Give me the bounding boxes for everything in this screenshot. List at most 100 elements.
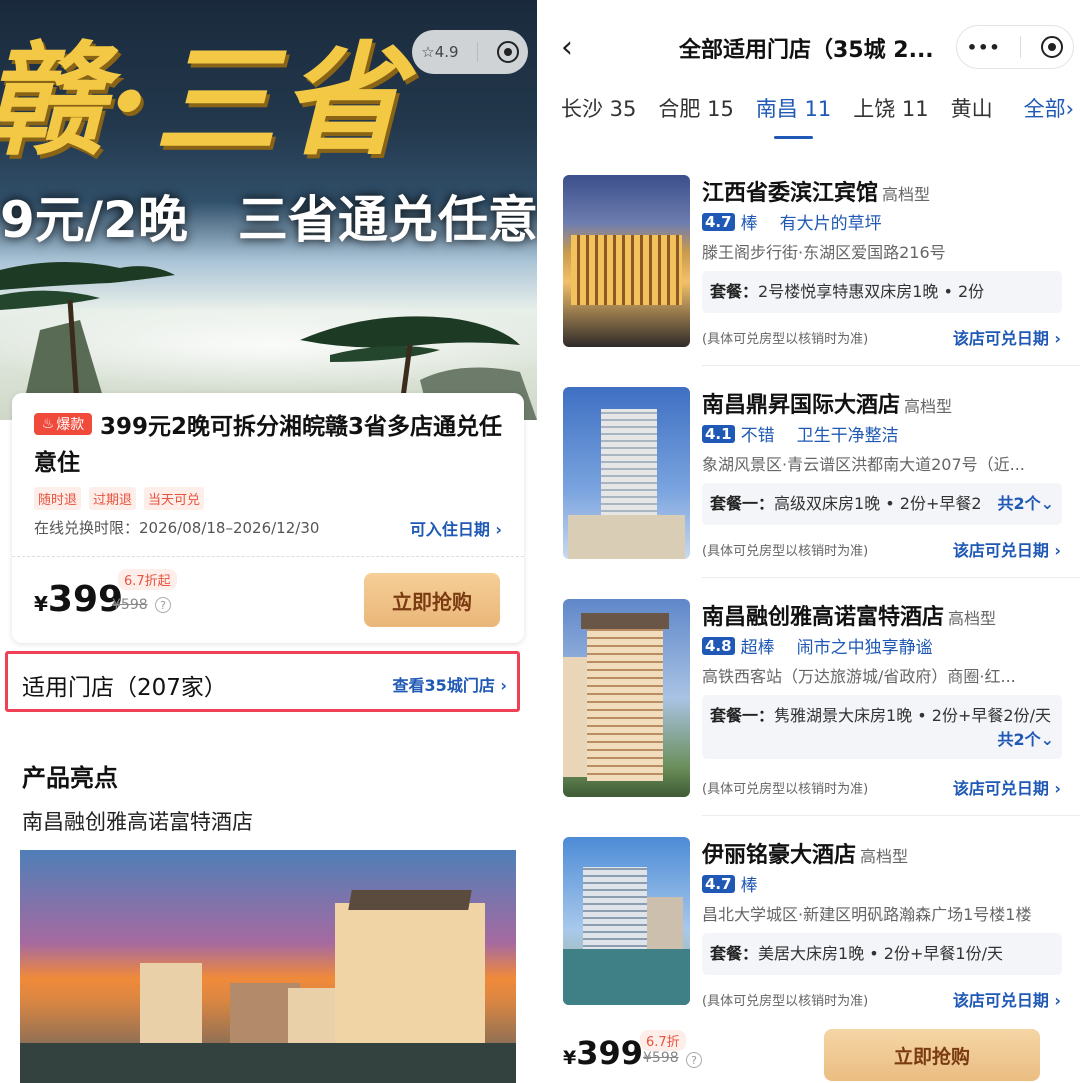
hotel-thumbnail [563,599,690,797]
review-highlight: 闹市之中独享静谧 [796,638,933,658]
fire-icon: ♨ [41,416,55,432]
package-desc: 高级双床房1晚 • 2份+早餐2 [774,494,982,513]
package-count-link[interactable]: 共2个⌄ [997,727,1054,753]
hotel-address: 高铁西客站（万达旅游城/省政府）商圈·红... [702,667,1016,686]
package-box: 共2个⌄ 套餐一：高级双床房1晚 • 2份+早餐2 [702,483,1062,525]
tab-city-shangrao[interactable]: 上饶 11 [853,93,928,123]
package-desc: 美居大床房1晚 • 2份+早餐1份/天 [758,944,1003,963]
product-detail-pane: 赣·三省 9元/2晚 三省通兑任意住 ☆4.9 399元2晚可拆分湘皖赣3省多店… [0,0,537,1083]
package-count: 共2个 [997,494,1041,513]
hotel-name: 南昌融创雅高诺富特酒店 高档型 [702,599,996,631]
roof-shape [581,613,669,629]
hotel-name-text: 伊丽铭豪大酒店 [702,843,857,868]
rating-row: 4.7 棒 有大片的草坪 [702,209,882,234]
redeem-period: 在线兑换时限：2026/08/18–2026/12/30 [34,519,320,537]
promo-banner: 赣·三省 9元/2晚 三省通兑任意住 ☆4.9 [0,0,537,420]
store-dates-link[interactable]: 该店可兑日期 › [953,325,1061,349]
chevron-right-icon: › [1048,541,1061,560]
hotel-name-text: 江西省委滨江宾馆 [702,181,879,206]
tab-city-hefei[interactable]: 合肥 15 [658,93,733,123]
score-word: 棒 [740,214,758,234]
target-icon[interactable] [496,41,519,63]
package-label: 套餐： [710,282,759,301]
price: ¥399 [34,579,123,620]
hotel-address: 昌北大学城区·新建区明矾路瀚森广场1号楼1楼 [702,905,1032,924]
store-dates-link[interactable]: 该店可兑日期 › [953,987,1061,1011]
currency-symbol: ¥ [563,1047,577,1069]
tab-city-changsha[interactable]: 长沙 35 [561,93,636,123]
hotel-thumbnail [563,837,690,1005]
banner-capsule[interactable]: ☆4.9 [412,30,528,74]
discount-badge: 6.7折 [640,1030,686,1051]
building-shape [587,621,663,781]
room-note: (具体可兑房型以核销时为准) [702,782,869,797]
hot-badge: ♨ 爆款 [34,413,92,435]
mini-program-capsule: ••• [956,25,1074,69]
store-dates-link[interactable]: 该店可兑日期 › [953,537,1061,561]
product-title: 399元2晚可拆分湘皖赣3省多店通兑任意住 [34,414,503,476]
applicable-stores-row[interactable]: 适用门店（207家） 查看35城门店 › [5,651,520,712]
view-cities-link[interactable]: 查看35城门店 › [393,672,507,696]
chevron-right-icon: › [494,676,507,695]
star-icon: ☆4.9 [421,43,459,61]
original-price: ¥598 [112,597,148,613]
capsule-divider [477,42,479,62]
help-icon[interactable]: ? [155,597,171,613]
package-box: 套餐一：隽雅湖景大床房1晚 • 2份+早餐2份/天 共2个⌄ [702,695,1062,759]
score-word: 棒 [740,876,758,896]
tab-city-nanchang[interactable]: 南昌 11 [756,93,831,139]
help-icon[interactable]: ? [686,1052,702,1068]
store-dates-link[interactable]: 该店可兑日期 › [953,775,1061,799]
hotel-address: 象湖风景区·青云谱区洪都南大道207号（近... [702,455,1025,474]
score-badge: 4.7 [702,212,735,231]
rating-row: 4.7 棒 [702,871,758,896]
card-divider [12,556,524,557]
package-label: 套餐一： [710,706,775,725]
hotel-grade: 高档型 [904,397,953,416]
checkin-dates-link[interactable]: 可入住日期 › [410,516,502,540]
checkin-dates-label: 可入住日期 [409,520,490,539]
original-price: ¥598 [643,1050,679,1066]
package-box: 套餐：2号楼悦享特惠双床房1晚 • 2份 [702,271,1062,313]
package-desc: 2号楼悦享特惠双床房1晚 • 2份 [758,282,985,301]
score-badge: 4.8 [702,636,735,655]
highlight-hotel-name: 南昌融创雅高诺富特酒店 [22,810,253,834]
applicable-stores-title: 适用门店（207家） [22,675,227,701]
tab-all-cities[interactable]: 全部› [1013,93,1074,123]
tag-expiry-refund: 过期退 [89,487,137,510]
policy-tags: 随时退 过期退 当天可兑 [34,487,205,510]
roof-shape [348,890,472,910]
more-icon[interactable]: ••• [967,38,1001,57]
buy-now-button[interactable]: 立即抢购 [824,1029,1040,1081]
chevron-right-icon: › [1048,991,1061,1010]
chevron-right-icon: › [1048,779,1061,798]
discount-badge: 6.7折起 [118,569,177,590]
hotel-name: 伊丽铭豪大酒店 高档型 [702,837,908,869]
ground-shape [20,1043,516,1083]
page-title: 全部适用门店（35城 2... [679,38,934,63]
building-shape [563,949,690,1005]
card-divider [702,365,1080,366]
hotel-name: 江西省委滨江宾馆 高档型 [702,175,930,207]
capsule-divider [1020,36,1022,58]
review-highlight: 有大片的草坪 [779,214,882,234]
package-label: 套餐： [710,944,759,963]
target-icon[interactable] [1041,36,1064,58]
chevron-right-icon: › [489,520,502,539]
tab-city-huangshan[interactable]: 黄山 [951,93,993,123]
review-highlight: 卫生干净整洁 [796,426,899,446]
store-dates-label: 该店可兑日期 [952,779,1049,798]
package-count: 共2个 [997,730,1041,749]
score-word: 不错 [740,426,775,446]
room-note: (具体可兑房型以核销时为准) [702,332,869,347]
room-note: (具体可兑房型以核销时为准) [702,994,869,1009]
room-note: (具体可兑房型以核销时为准) [702,544,869,559]
hotel-name-text: 南昌鼎昇国际大酒店 [702,393,901,418]
rating-value: 4.9 [434,43,459,61]
package-count-link[interactable]: 共2个⌄ [997,491,1054,517]
buy-now-button[interactable]: 立即抢购 [364,573,500,627]
hotel-grade: 高档型 [948,609,997,628]
hotel-thumbnail [563,175,690,347]
card-divider [702,815,1080,816]
back-button[interactable]: ‹ [561,30,573,65]
